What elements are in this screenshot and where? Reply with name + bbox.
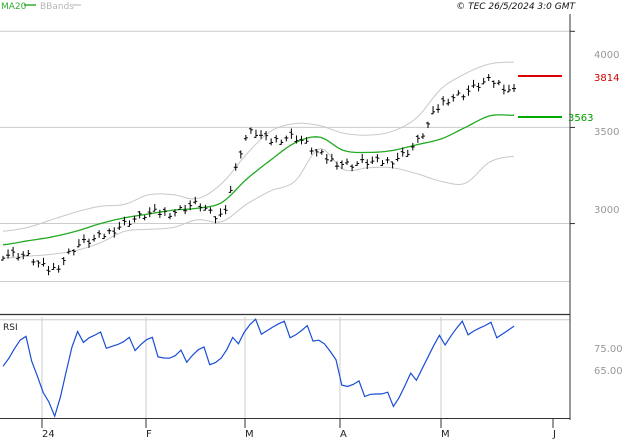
grid-lines bbox=[0, 30, 570, 418]
x-tick-f: F bbox=[146, 429, 152, 440]
price-bars bbox=[1, 74, 516, 276]
x-tick-m1: M bbox=[245, 429, 254, 440]
rsi-line bbox=[2, 318, 515, 419]
bollinger-bands bbox=[2, 61, 515, 259]
x-tick-a: A bbox=[340, 429, 347, 440]
legend-ma20: MA20 bbox=[1, 2, 27, 12]
rsi-panel bbox=[2, 318, 515, 419]
x-tick-j: J bbox=[552, 429, 556, 440]
support-label: 3563 bbox=[568, 113, 593, 124]
ma20-line bbox=[2, 114, 515, 246]
rsi-tick-65: 65.00 bbox=[594, 366, 623, 377]
rsi-title: RSI bbox=[3, 323, 18, 333]
bband-upper bbox=[2, 61, 515, 232]
y-tick-4000: 4000 bbox=[594, 50, 619, 61]
resistance-label: 3814 bbox=[594, 73, 619, 84]
copyright-text: © TEC 26/5/2024 3:0 GMT bbox=[456, 2, 576, 12]
price-chart: MA20 BBands © TEC 26/5/2024 3:0 GMT 4000… bbox=[0, 2, 623, 440]
price-levels bbox=[518, 75, 562, 118]
bband-lower bbox=[2, 147, 515, 259]
y-tick-3500: 3500 bbox=[594, 127, 619, 138]
rsi-tick-75: 75.00 bbox=[594, 344, 623, 355]
x-tick-m2: M bbox=[441, 429, 450, 440]
ma20-path bbox=[2, 114, 515, 246]
x-tick-24: 24 bbox=[42, 429, 55, 440]
y-tick-3000: 3000 bbox=[594, 205, 619, 216]
legend-bbands: BBands bbox=[40, 2, 74, 12]
